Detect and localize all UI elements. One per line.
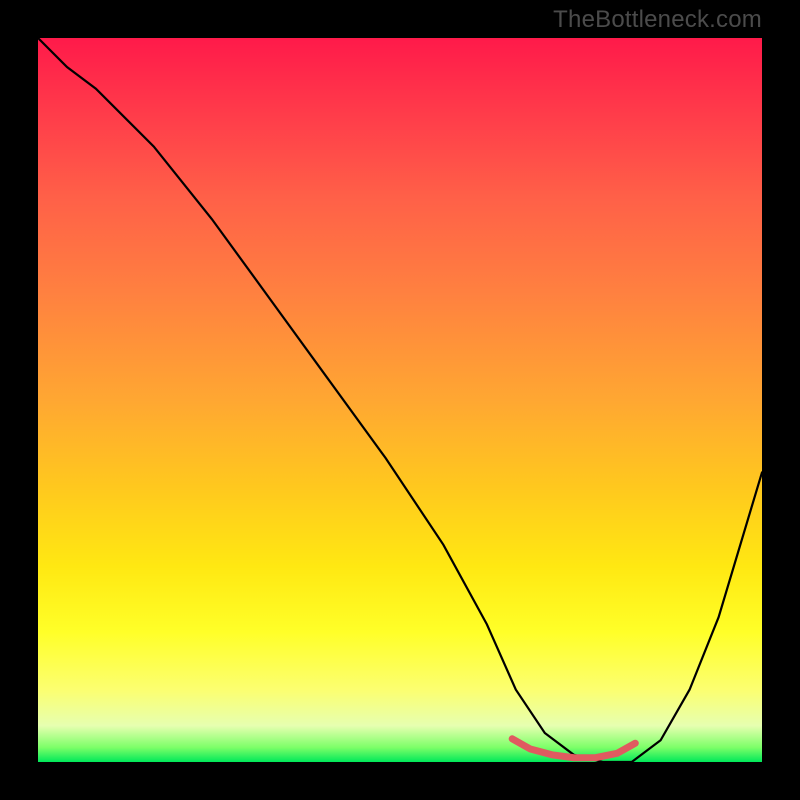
optimal-band-line	[512, 739, 635, 758]
chart-svg	[38, 38, 762, 762]
chart-container: TheBottleneck.com	[0, 0, 800, 800]
watermark-text: TheBottleneck.com	[553, 6, 762, 34]
plot-area	[38, 38, 762, 762]
bottleneck-curve-line	[38, 38, 762, 762]
